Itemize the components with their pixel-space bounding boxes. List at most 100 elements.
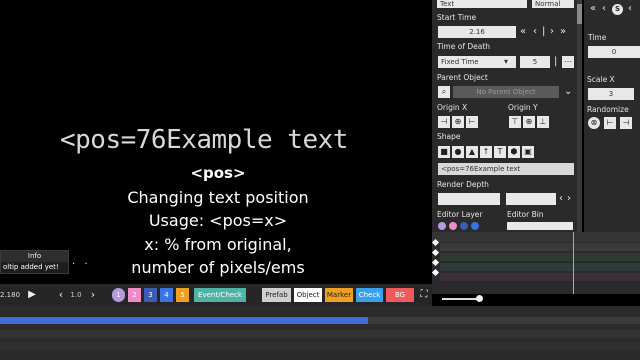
- origin-right-icon[interactable]: ⊢: [466, 116, 478, 128]
- start-time-back-fast-icon[interactable]: «: [520, 26, 526, 38]
- layer-2-button[interactable]: 2: [128, 288, 141, 302]
- randomize-snap-icon[interactable]: ⊣: [620, 117, 632, 129]
- autokill-divider-icon: |: [554, 56, 558, 67]
- origin-middle-icon[interactable]: ⊕: [523, 116, 535, 128]
- keyframe-marker[interactable]: [431, 258, 440, 267]
- origin-top-icon[interactable]: ⊤: [509, 116, 521, 128]
- info-body: oltip added yet!: [3, 263, 59, 271]
- keyframe-time-label: Time: [588, 33, 607, 42]
- editor-layer-1-icon[interactable]: [438, 222, 446, 230]
- shape-label: Shape: [437, 132, 461, 141]
- tooltip-title: <pos>: [190, 164, 246, 182]
- origin-y-label: Origin Y: [508, 103, 538, 112]
- scale-x-label: Scale X: [587, 75, 615, 84]
- fullscreen-icon[interactable]: ⛶: [418, 288, 430, 302]
- layer-4-button[interactable]: 4: [160, 288, 173, 302]
- object-editor-panel: Text Normal Start Time 2.16 « ‹ | › » Ti…: [432, 0, 582, 232]
- parent-object-field[interactable]: No Parent Object: [453, 86, 559, 98]
- text-content-input[interactable]: <pos=76Example text: [438, 163, 574, 175]
- editor-layer-2-icon[interactable]: [449, 222, 457, 230]
- zoom-slider-handle[interactable]: [476, 295, 483, 302]
- keyframe-badge-icon[interactable]: S: [612, 4, 623, 15]
- start-time-label: Start Time: [437, 13, 477, 22]
- render-depth-input[interactable]: [438, 193, 500, 205]
- tooltip-line-3: x: % from original,: [144, 234, 292, 254]
- keyframe-prev-icon[interactable]: ‹: [602, 3, 606, 15]
- shape-circle-icon[interactable]: ●: [452, 146, 464, 158]
- timeline-row: [440, 273, 640, 281]
- editor-bin-label: Editor Bin: [507, 210, 544, 219]
- speed-up-icon[interactable]: ›: [88, 288, 98, 302]
- zoom-slider-track[interactable]: [442, 298, 478, 300]
- shape-hexagon-icon[interactable]: ⬢: [508, 146, 520, 158]
- tooltip-line-2: Usage: <pos=x>: [148, 211, 288, 230]
- start-time-forward-fast-icon[interactable]: »: [560, 26, 566, 38]
- object-type-dropdown[interactable]: Text: [437, 0, 527, 8]
- keyframe-marker[interactable]: [431, 248, 440, 257]
- check-button[interactable]: Check: [356, 288, 383, 302]
- parent-object-label: Parent Object: [437, 73, 488, 82]
- panel-scrollbar-thumb[interactable]: [577, 4, 582, 24]
- tooltip-line-4: number of pixels/ems: [131, 258, 305, 277]
- prefab-button[interactable]: Prefab: [262, 288, 291, 302]
- shape-square-icon[interactable]: ■: [438, 146, 450, 158]
- scale-x-input[interactable]: 3: [588, 88, 634, 100]
- speed-down-icon[interactable]: ‹: [56, 288, 66, 302]
- more-options-icon[interactable]: ⋯: [562, 56, 574, 68]
- layer-5-button[interactable]: 5: [176, 288, 189, 302]
- info-box: Info oltip added yet!: [0, 250, 69, 274]
- chevron-down-icon: ▾: [504, 57, 509, 66]
- object-button[interactable]: Object: [294, 288, 322, 302]
- start-time-lock-icon[interactable]: |: [542, 26, 545, 38]
- timeline-row: [432, 232, 640, 242]
- keyframe-first-icon[interactable]: «: [590, 3, 596, 15]
- keyframe-marker[interactable]: [431, 268, 440, 277]
- event-check-button[interactable]: Event/Check: [194, 288, 246, 302]
- chevron-down-icon[interactable]: ⌄: [564, 86, 572, 98]
- timeline-progress-bar: [0, 317, 368, 324]
- shape-text-icon[interactable]: T: [494, 146, 506, 158]
- origin-bottom-icon[interactable]: ⊥: [537, 116, 549, 128]
- render-depth-label: Render Depth: [437, 180, 489, 189]
- preview-stage: <pos=76Example text <pos> Changing text …: [0, 0, 432, 284]
- timeline-cursor[interactable]: [573, 232, 574, 294]
- bg-button[interactable]: BG: [386, 288, 414, 302]
- layer-3-button[interactable]: 3: [144, 288, 157, 302]
- render-type-dropdown[interactable]: Normal: [532, 0, 574, 8]
- timeline-row: [0, 330, 640, 338]
- keyframe-timeline[interactable]: [431, 232, 640, 302]
- marker-button[interactable]: Marker: [325, 288, 353, 302]
- editor-layer-3-icon[interactable]: [460, 222, 468, 230]
- editor-layer-4-icon[interactable]: [471, 222, 479, 230]
- start-time-forward-icon[interactable]: ›: [550, 26, 554, 38]
- editor-bin-field[interactable]: [507, 222, 573, 230]
- randomize-label: Randomize: [587, 105, 629, 114]
- origin-left-icon[interactable]: ⊣: [438, 116, 450, 128]
- tooltip-line-1: Changing text position: [127, 187, 309, 207]
- timeline-row: [440, 243, 640, 251]
- shape-arrow-icon[interactable]: ↑: [480, 146, 492, 158]
- layer-1-button[interactable]: 1: [112, 288, 125, 302]
- render-depth-left-icon[interactable]: ‹: [559, 193, 563, 205]
- randomize-range-icon[interactable]: ⊢: [604, 117, 616, 129]
- keyframe-next-icon[interactable]: ‹: [628, 3, 632, 15]
- keyframe-time-input[interactable]: 0: [588, 46, 640, 58]
- randomize-none-icon[interactable]: ⊗: [588, 117, 600, 129]
- panel-scrollbar[interactable]: [577, 0, 582, 232]
- preview-text-object[interactable]: <pos=76Example text: [60, 125, 348, 155]
- render-depth-slider[interactable]: [506, 193, 556, 205]
- origin-center-icon[interactable]: ⊕: [452, 116, 464, 128]
- search-icon[interactable]: ⌕: [438, 86, 450, 98]
- preview-dots: . .: [72, 256, 91, 267]
- render-depth-right-icon[interactable]: ›: [567, 193, 571, 205]
- timeline-row: [440, 253, 640, 261]
- start-time-input[interactable]: 2.16: [438, 26, 516, 38]
- time-of-death-input[interactable]: 5: [520, 56, 550, 68]
- shape-triangle-icon[interactable]: ▲: [466, 146, 478, 158]
- shape-image-icon[interactable]: ▣: [522, 146, 534, 158]
- current-time-display[interactable]: 2.180: [0, 288, 22, 302]
- start-time-back-icon[interactable]: ‹: [533, 26, 537, 38]
- play-icon[interactable]: ▶: [26, 288, 38, 302]
- playback-speed-display[interactable]: 1.0: [67, 288, 85, 302]
- time-of-death-label: Time of Death: [437, 42, 491, 51]
